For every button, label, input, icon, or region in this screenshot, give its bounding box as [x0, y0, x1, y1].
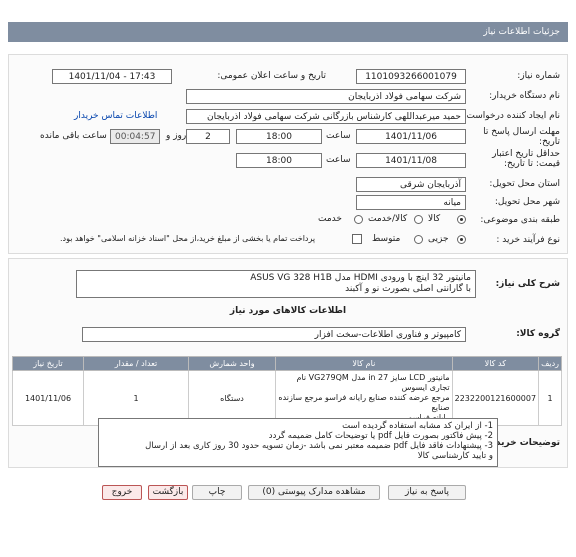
purchase-type-label: نوع فرآیند خرید :: [496, 235, 560, 245]
reply-days-label: روز و: [166, 131, 187, 141]
buyer-note-line: 1- از ایران کد مشابه استفاده گردیده است: [342, 421, 493, 431]
province-value: آذربایجان شرقی: [356, 177, 466, 192]
city-label: شهر محل تحویل:: [494, 197, 560, 207]
page-title: جزئیات اطلاعات نیاز: [483, 27, 560, 37]
announce-datetime-value: 1401/11/04 - 17:43: [52, 69, 172, 84]
general-desc-label: شرح کلی نیاز:: [495, 279, 560, 289]
province-label: استان محل تحویل:: [489, 179, 560, 189]
requester-label: نام ایجاد کننده درخواست:: [463, 111, 560, 121]
remaining-time: 00:04:57: [110, 129, 160, 144]
buyer-note-line: و تایید کارشناسی کالا: [417, 451, 493, 461]
category-label: طبقه بندی موضوعی:: [480, 215, 560, 225]
price-validity-date: 1401/11/08: [356, 153, 466, 168]
category-goods-radio[interactable]: [457, 215, 466, 224]
treasury-note: پرداخت تمام یا بخشی از مبلغ خرید،از محل …: [60, 234, 316, 243]
reply-deadline-time-label: ساعت: [326, 131, 351, 141]
col-code: کد کالا: [451, 356, 540, 371]
category-goods-service-radio[interactable]: [414, 215, 423, 224]
col-unit: واحد شمارش: [188, 356, 276, 371]
requester-value: حمید میرعبداللهی کارشناس بازرگانی شرکت س…: [186, 109, 466, 124]
reply-deadline-date: 1401/11/06: [356, 129, 466, 144]
reply-days: 2: [186, 129, 230, 144]
purchase-medium-label: متوسط: [372, 234, 401, 244]
buyer-org-value: شرکت سهامی فولاد اذربایجان: [186, 89, 466, 104]
col-row: ردیف: [538, 356, 562, 371]
buyer-note-line: 3- پیشنهادات فاقد فایل pdf ضمیمه معتبر ن…: [145, 441, 493, 451]
price-validity-label: حداقل تاریخ اعتبار قیمت: تا تاریخ:: [492, 149, 560, 169]
goods-group-value: کامپیوتر و فناوری اطلاعات-سخت افزار: [82, 327, 466, 342]
back-button[interactable]: بازگشت: [148, 485, 188, 500]
purchase-minor-label: جزیی: [428, 234, 449, 244]
buyer-note-line: 2- پیش فاکتور بصورت فایل pdf یا توضیحات …: [268, 431, 493, 441]
col-name: نام کالا: [275, 356, 453, 371]
goods-group-label: گروه کالا:: [516, 329, 560, 339]
col-date: تاریخ نیاز: [12, 356, 84, 371]
announce-datetime-label: تاریخ و ساعت اعلان عمومی:: [217, 71, 326, 81]
print-button[interactable]: چاپ: [192, 485, 242, 500]
col-qty: تعداد / مقدار: [83, 356, 189, 371]
reply-button[interactable]: پاسخ به نیاز: [388, 485, 466, 500]
need-number-value: 1101093266001079: [356, 69, 466, 84]
remaining-time-label: ساعت باقی مانده: [40, 131, 107, 141]
reply-deadline-label: مهلت ارسال پاسخ تا تاریخ:: [483, 127, 560, 147]
reply-deadline-time: 18:00: [236, 129, 322, 144]
category-goods-label: کالا: [428, 214, 441, 224]
category-service-label: خدمت: [318, 214, 342, 224]
cell-date: 1401/11/06: [12, 370, 84, 426]
treasury-checkbox[interactable]: [352, 234, 362, 244]
buyer-notes-box: 1- از ایران کد مشابه استفاده گردیده است …: [98, 418, 498, 467]
cell-row: 1: [538, 370, 562, 426]
buyer-contact-link[interactable]: اطلاعات تماس خریدار: [74, 111, 157, 121]
buyer-org-label: نام دستگاه خریدار:: [489, 91, 560, 101]
purchase-medium-radio[interactable]: [414, 235, 423, 244]
page-header: جزئیات اطلاعات نیاز: [8, 22, 568, 42]
need-number-label: شماره نیاز:: [517, 71, 560, 81]
purchase-minor-radio[interactable]: [457, 235, 466, 244]
action-bar: پاسخ به نیاز مشاهده مدارک پیوستی (0) چاپ…: [0, 482, 576, 500]
general-desc-value: مانیتور 32 اینچ با ورودی HDMI مدل ASUS V…: [76, 270, 476, 298]
category-service-radio[interactable]: [354, 215, 363, 224]
category-goods-service-label: کالا/خدمت: [368, 214, 408, 224]
city-value: میانه: [356, 195, 466, 210]
exit-button[interactable]: خروج: [102, 485, 142, 500]
price-validity-time-label: ساعت: [326, 155, 351, 165]
goods-table: ردیف کد کالا نام کالا واحد شمارش تعداد /…: [12, 356, 562, 426]
view-attachments-button[interactable]: مشاهده مدارک پیوستی (0): [248, 485, 380, 500]
price-validity-time: 18:00: [236, 153, 322, 168]
goods-info-title: اطلاعات کالاهای مورد نیاز: [229, 306, 347, 316]
